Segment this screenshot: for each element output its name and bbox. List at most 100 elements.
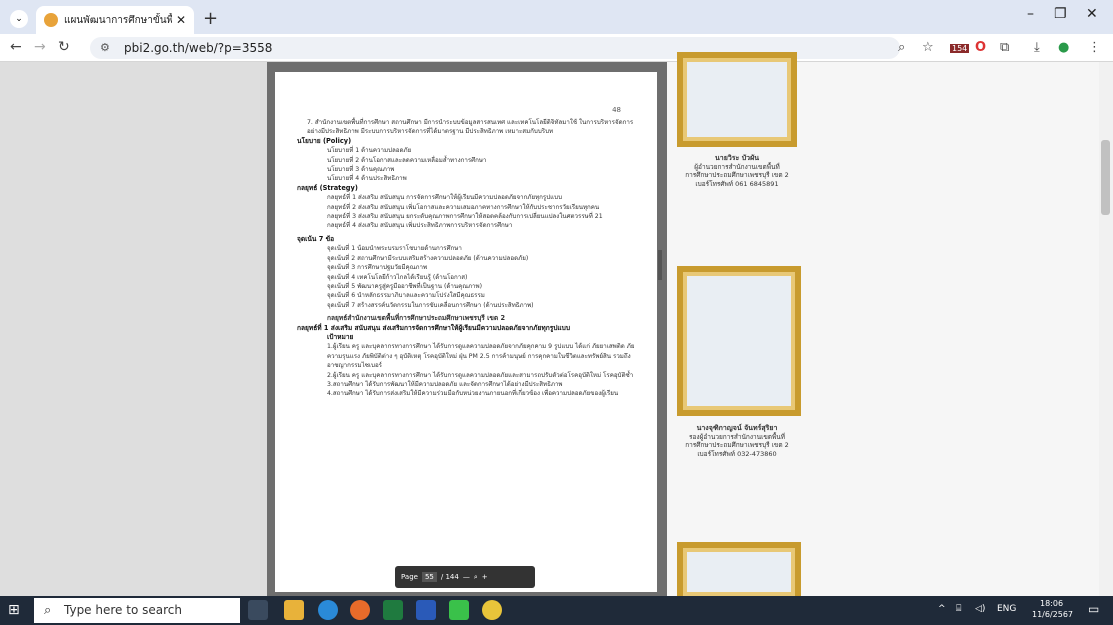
excel-icon[interactable]: [383, 600, 403, 620]
site-info-icon[interactable]: ⚙: [100, 37, 110, 59]
tab-title: แผนพัฒนาการศึกษาขั้นพื้นฐาน ระยะ: [64, 14, 172, 26]
page-number: 48: [612, 106, 621, 114]
extension-badge[interactable]: 154: [950, 44, 970, 53]
network-icon[interactable]: ⌸: [956, 604, 961, 614]
policy-item: นโยบายที่ 1 ด้านความปลอดภัย: [327, 147, 412, 155]
focus-item: จุดเน้นที่ 6 นำหลักธรรมาภิบาลและความโปร่…: [327, 292, 485, 300]
portrait-photo: [687, 276, 791, 406]
minimize-icon[interactable]: –: [1027, 6, 1034, 22]
bookmark-star-icon[interactable]: ☆: [922, 40, 934, 55]
page-total: / 144: [440, 573, 459, 581]
file-explorer-icon[interactable]: [284, 600, 304, 620]
search-placeholder: Type here to search: [64, 603, 182, 617]
policy-heading: นโยบาย (Policy): [297, 136, 352, 145]
tray-arrow-icon[interactable]: ^: [938, 604, 946, 614]
viewer-scrollbar[interactable]: [658, 250, 662, 280]
person-caption: นายวิระ บัวผัน ผู้อำนวยการสำนักงานเขตพื้…: [637, 154, 837, 188]
close-tab-icon[interactable]: ✕: [176, 13, 186, 27]
left-margin: [0, 62, 267, 596]
notifications-icon[interactable]: ▭: [1088, 602, 1099, 616]
portrait-frame: [677, 266, 801, 416]
intro-paragraph: 7. สำนักงานเขตพื้นที่การศึกษา สถานศึกษา …: [307, 119, 634, 136]
extensions-puzzle-icon[interactable]: ⧉: [1000, 40, 1009, 55]
site-favicon-icon: [44, 13, 58, 27]
restore-icon[interactable]: ❐: [1054, 6, 1067, 22]
scrollbar-thumb[interactable]: [1101, 140, 1110, 215]
zoom-search-icon[interactable]: ⌕: [474, 573, 478, 582]
reload-icon[interactable]: ↻: [58, 39, 70, 55]
line-icon[interactable]: [449, 600, 469, 620]
windows-start-icon[interactable]: ⊞: [8, 602, 20, 618]
focus-item: จุดเน้นที่ 4 เทคโนโลยีก้าวไกลได้เรียนรู้…: [327, 273, 468, 281]
focus-item: จุดเน้นที่ 7 สร้างสรรค์นวัตกรรมในการขับเ…: [327, 301, 534, 309]
person-title-line: รองผู้อำนวยการสำนักงานเขตพื้นที่: [688, 432, 786, 441]
tab-strip: ⌄ แผนพัฒนาการศึกษาขั้นพื้นฐาน ระยะ ✕ + –…: [0, 0, 1113, 34]
policy-item: นโยบายที่ 4 ด้านประสิทธิภาพ: [327, 175, 407, 183]
strategy-item: กลยุทธ์ที่ 1 ส่งเสริม สนับสนุน การจัดการ…: [327, 194, 563, 202]
zoom-in-icon[interactable]: +: [482, 573, 488, 581]
close-window-icon[interactable]: ✕: [1086, 6, 1098, 22]
person-title-line: การศึกษาประถมศึกษาเพชรบุรี เขต 2: [685, 171, 789, 179]
page-scrollbar[interactable]: [1099, 62, 1113, 596]
task-view-icon[interactable]: [248, 600, 268, 620]
back-icon[interactable]: ←: [10, 39, 22, 55]
policy-item: นโยบายที่ 3 ด้านคุณภาพ: [327, 166, 395, 174]
new-tab-button[interactable]: +: [203, 8, 218, 29]
taskbar-search[interactable]: ⌕ Type here to search: [34, 598, 240, 623]
staff-sidebar: นายวิระ บัวผัน ผู้อำนวยการสำนักงานเขตพื้…: [667, 52, 1099, 602]
person-phone: เบอร์โทรศัพท์ 061 6845891: [695, 179, 779, 188]
focus-item: จุดเน้นที่ 3 การศึกษาปฐมวัยมีคุณภาพ: [327, 264, 428, 272]
strategy-item: กลยุทธ์ที่ 3 ส่งเสริม สนับสนุน ยกระดับคุ…: [327, 213, 603, 221]
person-name: นายวิระ บัวผัน: [715, 154, 759, 162]
policy-item: นโยบายที่ 2 ด้านโอกาสและลดความเหลื่อมล้ำ…: [327, 156, 487, 164]
person-phone: เบอร์โทรศัพท์ 032-473860: [697, 449, 777, 458]
language-indicator[interactable]: ENG: [997, 604, 1016, 614]
pdf-page: 48 7. สำนักงานเขตพื้นที่การศึกษา สถานศึก…: [275, 72, 657, 592]
page-input[interactable]: 55: [421, 572, 437, 582]
focus-heading: จุดเน้น 7 ข้อ: [297, 234, 335, 243]
forward-icon[interactable]: →: [34, 39, 46, 55]
focus-item: จุดเน้นที่ 1 น้อมนำพระบรมราโชบายด้านการศ…: [327, 245, 462, 253]
pdf-page-toolbar: Page 55 / 144 — ⌕ +: [395, 566, 535, 588]
tab-search-button[interactable]: ⌄: [10, 10, 28, 28]
person-name: นางจุฑิกาญจน์ จันทร์สุริยา: [696, 424, 778, 432]
edge-icon[interactable]: [318, 600, 338, 620]
strategy1-title: กลยุทธ์ที่ 1 ส่งเสริม สนับสนุน ส่งเสริมก…: [297, 323, 571, 332]
firefox-icon[interactable]: [350, 600, 370, 620]
clock-date[interactable]: 11/6/2567: [1032, 610, 1073, 619]
portrait-frame: [677, 542, 801, 602]
goal-item: 4.สถานศึกษา ได้รับการส่งเสริมให้มีความร่…: [327, 390, 619, 398]
download-icon[interactable]: ⤓: [1034, 40, 1040, 55]
search-icon: ⌕: [44, 603, 52, 618]
opera-extension-icon[interactable]: O: [975, 40, 986, 55]
strategy-heading: กลยุทธ์ (Strategy): [297, 183, 358, 192]
zoom-icon[interactable]: ⌕: [898, 40, 905, 55]
portrait-photo: [687, 62, 787, 137]
person-caption: นางจุฑิกาญจน์ จันทร์สุริยา รองผู้อำนวยกา…: [637, 424, 837, 458]
goal-item: 3.สถานศึกษา ได้รับการพัฒนาให้มีความปลอดภ…: [327, 380, 563, 388]
portrait-frame: [677, 52, 797, 147]
goal-item: 2.ผู้เรียน ครู และบุคลากรทางการศึกษา ได้…: [327, 371, 634, 379]
page-label: Page: [401, 573, 418, 581]
focus-item: จุดเน้นที่ 2 สถานศึกษามีระบบเสริมสร้างคว…: [327, 254, 529, 262]
windows-taskbar: ⊞ ⌕ Type here to search ^ ⌸ ◁) ENG 18:06…: [0, 596, 1113, 625]
browser-tab[interactable]: แผนพัฒนาการศึกษาขั้นพื้นฐาน ระยะ ✕: [36, 6, 194, 34]
person-title-line: ผู้อำนวยการสำนักงานเขตพื้นที่: [694, 162, 780, 171]
focus-item: จุดเน้นที่ 5 พัฒนาครูสู่ครูมืออาชีพที่เป…: [327, 282, 483, 290]
browser-toolbar: ← → ↻ ⚙ pbi2.go.th/web/?p=3558 ⌕ ☆ 154 O…: [0, 34, 1113, 62]
zoom-out-icon[interactable]: —: [463, 573, 470, 581]
portrait-photo: [687, 552, 791, 592]
strategy-item: กลยุทธ์ที่ 4 ส่งเสริม สนับสนุน เพิ่มประส…: [327, 222, 513, 230]
strategy-item: กลยุทธ์ที่ 2 ส่งเสริม สนับสนุน เพิ่มโอกา…: [327, 203, 600, 211]
menu-kebab-icon[interactable]: ⋮: [1088, 40, 1101, 55]
profile-avatar-icon[interactable]: ●: [1058, 40, 1069, 55]
goal-heading: เป้าหมาย: [327, 332, 354, 341]
goal-item: 1.ผู้เรียน ครู และบุคลากรทางการศึกษา ได้…: [327, 343, 635, 370]
pdf-viewer[interactable]: ↗ 48 7. สำนักงานเขตพื้นที่การศึกษา สถานศ…: [267, 62, 667, 596]
word-icon[interactable]: [416, 600, 436, 620]
clock-time[interactable]: 18:06: [1040, 599, 1063, 608]
section-title: กลยุทธ์สำนักงานเขตพื้นที่การศึกษาประถมศึ…: [327, 314, 506, 323]
url-text: pbi2.go.th/web/?p=3558: [124, 41, 273, 55]
volume-icon[interactable]: ◁): [975, 604, 985, 614]
chrome-icon[interactable]: [482, 600, 502, 620]
